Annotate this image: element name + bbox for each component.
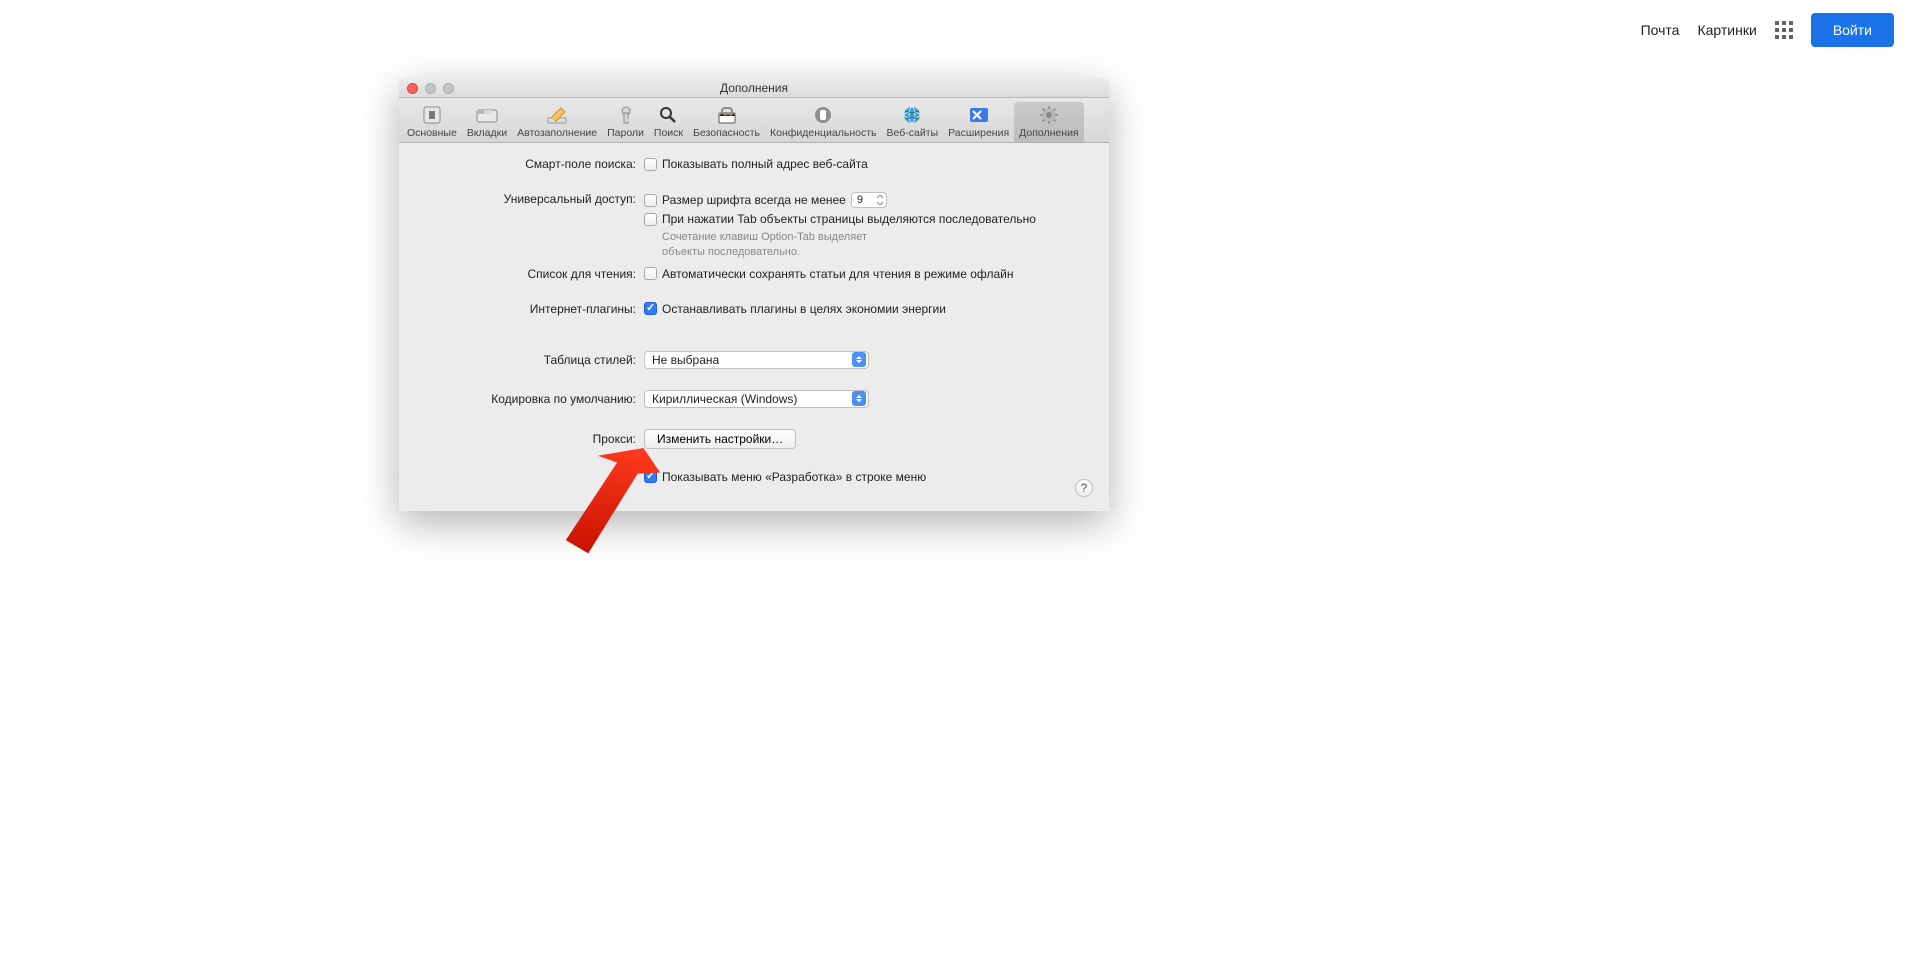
- proxy-label: Прокси:: [419, 432, 644, 446]
- encoding-select[interactable]: Кириллическая (Windows): [644, 390, 869, 408]
- preferences-window: Дополнения Основные Вкладки Автозаполнен…: [399, 78, 1109, 511]
- stylesheet-label: Таблица стилей:: [419, 353, 644, 367]
- tab-advanced[interactable]: Дополнения: [1014, 102, 1083, 142]
- minimize-icon[interactable]: [425, 83, 436, 94]
- window-title: Дополнения: [720, 81, 788, 95]
- tab-websites[interactable]: Веб-сайты: [882, 102, 944, 142]
- mail-link[interactable]: Почта: [1641, 22, 1680, 38]
- show-develop-menu-checkbox[interactable]: [644, 470, 657, 483]
- stop-plugins-label: Останавливать плагины в целях экономии э…: [662, 302, 946, 316]
- show-full-url-label: Показывать полный адрес веб-сайта: [662, 157, 868, 171]
- tab-security[interactable]: Безопасность: [688, 102, 765, 142]
- reading-offline-checkbox[interactable]: [644, 267, 657, 280]
- show-full-url-checkbox[interactable]: [644, 158, 657, 171]
- titlebar: Дополнения: [399, 78, 1109, 98]
- apps-icon[interactable]: [1775, 21, 1793, 39]
- help-button[interactable]: ?: [1075, 479, 1093, 497]
- tab-highlight-label: При нажатии Tab объекты страницы выделяю…: [662, 212, 1036, 226]
- stop-plugins-checkbox[interactable]: [644, 302, 657, 315]
- universal-access-label: Универсальный доступ:: [419, 192, 644, 206]
- tab-extensions[interactable]: Расширения: [943, 102, 1014, 142]
- tab-search[interactable]: Поиск: [649, 102, 688, 142]
- proxy-settings-button[interactable]: Изменить настройки…: [644, 429, 796, 449]
- tab-tabs[interactable]: Вкладки: [462, 102, 512, 142]
- tab-general[interactable]: Основные: [402, 102, 462, 142]
- tab-highlight-checkbox[interactable]: [644, 213, 657, 226]
- tab-privacy[interactable]: Конфиденциальность: [765, 102, 882, 142]
- stylesheet-select[interactable]: Не выбрана: [644, 351, 869, 369]
- close-icon[interactable]: [407, 83, 418, 94]
- tab-highlight-hint: Сочетание клавиш Option-Tab выделяет объ…: [644, 230, 904, 260]
- smart-search-label: Смарт-поле поиска:: [419, 157, 644, 171]
- plugins-label: Интернет-плагины:: [419, 302, 644, 316]
- images-link[interactable]: Картинки: [1697, 22, 1756, 38]
- min-font-size-checkbox[interactable]: [644, 194, 657, 207]
- tab-autofill[interactable]: Автозаполнение: [512, 102, 602, 142]
- toolbar: Основные Вкладки Автозаполнение Пароли П…: [399, 98, 1109, 143]
- content-area: Смарт-поле поиска: Показывать полный адр…: [399, 143, 1109, 511]
- min-font-size-select[interactable]: 9: [851, 192, 887, 208]
- zoom-icon[interactable]: [443, 83, 454, 94]
- encoding-label: Кодировка по умолчанию:: [419, 392, 644, 406]
- reading-list-label: Список для чтения:: [419, 267, 644, 281]
- tab-passwords[interactable]: Пароли: [602, 102, 649, 142]
- min-font-size-label: Размер шрифта всегда не менее: [662, 193, 846, 207]
- login-button[interactable]: Войти: [1811, 13, 1894, 47]
- reading-offline-label: Автоматически сохранять статьи для чтени…: [662, 267, 1014, 281]
- show-develop-menu-label: Показывать меню «Разработка» в строке ме…: [662, 470, 926, 484]
